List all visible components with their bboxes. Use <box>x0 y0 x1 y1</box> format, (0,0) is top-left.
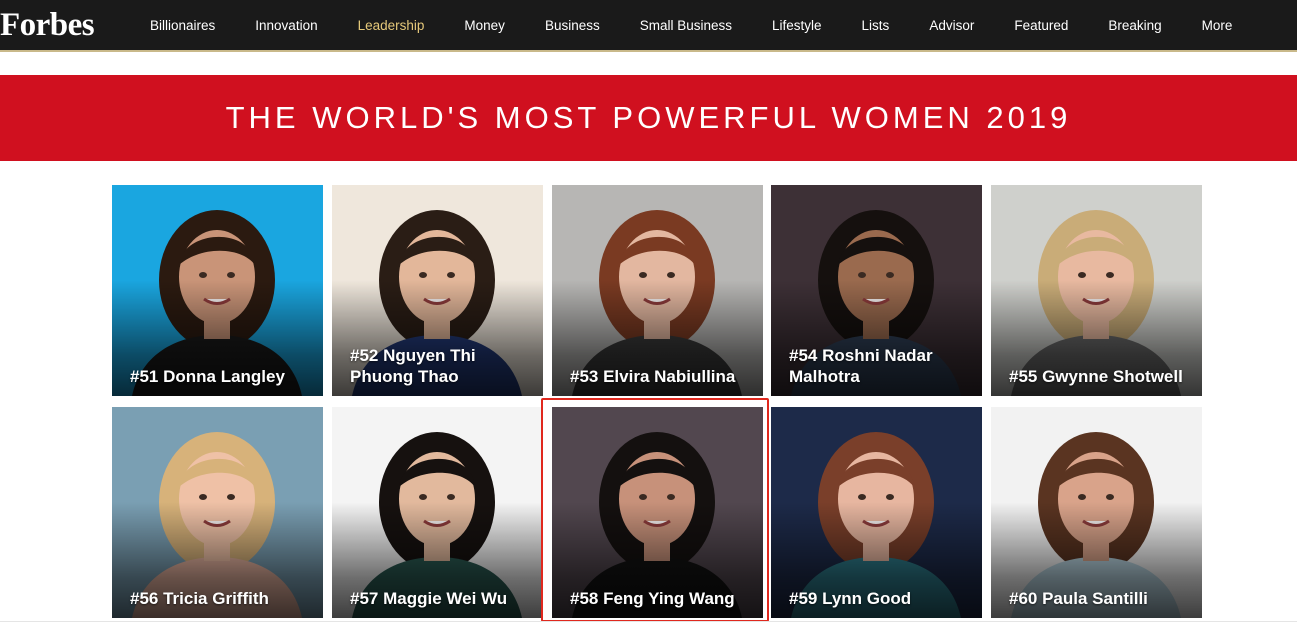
nav-item-business[interactable]: Business <box>525 0 620 52</box>
profile-card[interactable]: #56 Tricia Griffith <box>112 407 323 618</box>
profile-card[interactable]: #55 Gwynne Shotwell <box>991 185 1202 396</box>
divider <box>0 621 1297 622</box>
profile-card[interactable]: #60 Paula Santilli <box>991 407 1202 618</box>
nav-item-innovation[interactable]: Innovation <box>235 0 337 52</box>
profile-name[interactable]: #58 Feng Ying Wang <box>570 588 753 609</box>
profile-name[interactable]: #51 Donna Langley <box>130 366 313 387</box>
profile-card[interactable]: #51 Donna Langley <box>112 185 323 396</box>
profile-name[interactable]: #52 Nguyen Thi Phuong Thao <box>350 345 533 387</box>
nav-item-advisor[interactable]: Advisor <box>909 0 994 52</box>
profile-card[interactable]: #59 Lynn Good <box>771 407 982 618</box>
list-banner: THE WORLD'S MOST POWERFUL WOMEN 2019 <box>0 75 1297 161</box>
top-navigation-bar: Forbes Billionaires Innovation Leadership M… <box>0 0 1297 52</box>
profile-card[interactable]: #53 Elvira Nabiullina <box>552 185 763 396</box>
profile-name[interactable]: #56 Tricia Griffith <box>130 588 313 609</box>
women-grid: #51 Donna Langley #52 Nguyen Thi Phuong T… <box>112 185 1202 618</box>
profile-name[interactable]: #60 Paula Santilli <box>1009 588 1192 609</box>
profile-name[interactable]: #55 Gwynne Shotwell <box>1009 366 1192 387</box>
profile-card[interactable]: #57 Maggie Wei Wu <box>332 407 543 618</box>
nav-item-small-business[interactable]: Small Business <box>620 0 752 52</box>
banner-title: THE WORLD'S MOST POWERFUL WOMEN 2019 <box>225 100 1072 135</box>
profile-name[interactable]: #59 Lynn Good <box>789 588 972 609</box>
profile-name[interactable]: #53 Elvira Nabiullina <box>570 366 753 387</box>
main-nav: Billionaires Innovation Leadership Money Bus… <box>130 0 1252 52</box>
nav-item-lifestyle[interactable]: Lifestyle <box>752 0 842 52</box>
nav-item-lists[interactable]: Lists <box>842 0 910 52</box>
nav-item-more[interactable]: More <box>1182 0 1253 52</box>
profile-card[interactable]: #58 Feng Ying Wang <box>552 407 763 618</box>
nav-item-money[interactable]: Money <box>444 0 525 52</box>
nav-item-leadership[interactable]: Leadership <box>338 0 445 52</box>
profile-card[interactable]: #54 Roshni Nadar Malhotra <box>771 185 982 396</box>
forbes-logo[interactable]: Forbes <box>0 4 95 46</box>
profile-name[interactable]: #54 Roshni Nadar Malhotra <box>789 345 972 387</box>
nav-item-featured[interactable]: Featured <box>994 0 1088 52</box>
nav-item-billionaires[interactable]: Billionaires <box>130 0 235 52</box>
profile-card[interactable]: #52 Nguyen Thi Phuong Thao <box>332 185 543 396</box>
profile-name[interactable]: #57 Maggie Wei Wu <box>350 588 533 609</box>
nav-item-breaking[interactable]: Breaking <box>1088 0 1181 52</box>
